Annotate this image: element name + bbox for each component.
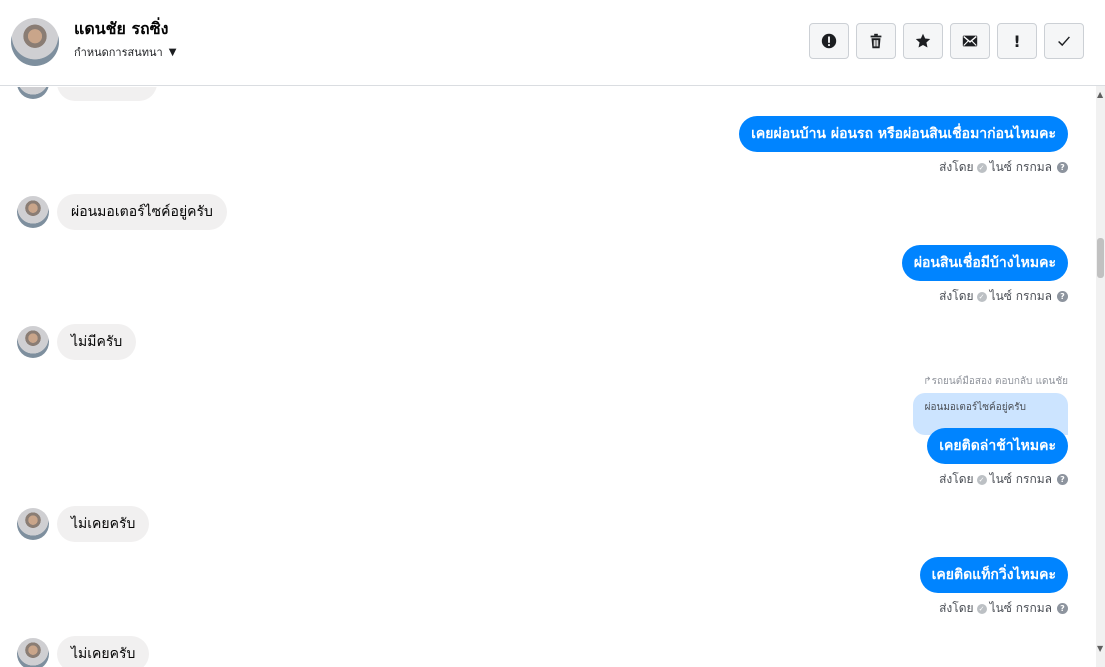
sender-name: ไนซ์ กรกมล <box>989 289 1052 303</box>
sent-by-label: ส่งโดย <box>939 601 974 615</box>
conversation-schedule-label: กำหนดการสนทนา <box>74 46 163 59</box>
star-button[interactable] <box>903 23 943 59</box>
delete-button[interactable] <box>856 23 896 59</box>
message-bubble: ไม่มีครับ <box>57 324 137 360</box>
avatar[interactable] <box>17 326 49 358</box>
trash-icon <box>870 33 882 49</box>
conversation-header: แดนชัย รถซิ่ง กำหนดการสนทนา ▼ ! <box>0 0 1105 86</box>
mark-done-button[interactable] <box>1044 23 1084 59</box>
avatar[interactable] <box>17 638 49 667</box>
contact-name[interactable]: แดนชัย รถซิ่ง <box>74 17 168 42</box>
check-circle-icon: ✓ <box>976 162 987 173</box>
sender-name: ไนซ์ กรกมล <box>989 472 1052 486</box>
message-incoming: ไม่เคยครับ <box>17 636 150 667</box>
message-bubble: ผ่อนมอเตอร์ไซค์อยู่ครับ <box>57 194 227 230</box>
sender-name: ไนซ์ กรกมล <box>989 601 1052 615</box>
sent-by-label: ส่งโดย <box>939 289 974 303</box>
scroll-thumb[interactable] <box>1097 238 1104 278</box>
envelope-icon <box>962 35 978 47</box>
star-icon <box>915 33 931 48</box>
message-incoming: ไม่มีครับ <box>17 324 137 360</box>
reply-note: ↱รถยนต์มือสอง ตอบกลับ แดนชัย <box>923 376 1068 387</box>
message-incoming: ผ่อนมอเตอร์ไซค์อยู่ครับ <box>17 194 227 230</box>
check-circle-icon: ✓ <box>976 474 987 485</box>
check-circle-icon: ✓ <box>976 291 987 302</box>
exclamation-icon: ! <box>1013 31 1021 51</box>
checkmark-icon <box>1058 36 1070 47</box>
conversation-schedule-dropdown[interactable]: กำหนดการสนทนา ▼ <box>74 43 176 61</box>
sent-by-label: ส่งโดย <box>939 472 974 486</box>
message-bubble: เคยผ่อนบ้าน ผ่อนรถ หรือผ่อนสินเชื่อมาก่อ… <box>739 116 1068 152</box>
check-circle-icon: ✓ <box>976 603 987 614</box>
toolbar: ! <box>809 23 1084 59</box>
scrollbar[interactable]: ▲ ▼ <box>1096 86 1105 667</box>
message-outgoing: เคยผ่อนบ้าน ผ่อนรถ หรือผ่อนสินเชื่อมาก่อ… <box>739 116 1068 177</box>
message-outgoing-reply: ↱รถยนต์มือสอง ตอบกลับ แดนชัย ผ่อนมอเตอร์… <box>912 374 1068 489</box>
sent-by-line: ส่งโดย ✓ ไนซ์ กรกมล ? <box>902 287 1068 306</box>
scroll-down-arrow-icon[interactable]: ▼ <box>1097 644 1103 653</box>
message-bubble: ไม่เคยครับ <box>57 506 150 542</box>
caret-down-icon: ▼ <box>168 46 177 58</box>
message-bubble: ไม่เคยครับ <box>57 636 150 667</box>
message-bubble: เคยติดล่าช้าไหมคะ <box>927 428 1068 464</box>
avatar[interactable] <box>11 18 59 66</box>
quoted-reply: ผ่อนมอเตอร์ไซค์อยู่ครับ เคยติดล่าช้าไหมค… <box>912 393 1068 464</box>
sender-name: ไนซ์ กรกมล <box>989 160 1052 174</box>
message-thread[interactable]: เคยผ่อนบ้าน ผ่อนรถ หรือผ่อนสินเชื่อมาก่อ… <box>0 87 1096 667</box>
sent-by-label: ส่งโดย <box>939 160 974 174</box>
message-incoming <box>17 87 157 101</box>
message-bubble: ผ่อนสินเชื่อมีบ้างไหมคะ <box>901 245 1068 281</box>
message-incoming: ไม่เคยครับ <box>17 506 150 542</box>
help-icon[interactable]: ? <box>1057 474 1068 485</box>
avatar <box>17 87 49 99</box>
follow-up-button[interactable]: ! <box>997 23 1037 59</box>
message-outgoing: เคยติดแท็กวิ่งไหมคะ ส่งโดย ✓ ไนซ์ กรกมล … <box>919 557 1068 618</box>
message-outgoing: ผ่อนสินเชื่อมีบ้างไหมคะ ส่งโดย ✓ ไนซ์ กร… <box>901 245 1068 306</box>
help-icon[interactable]: ? <box>1057 603 1068 614</box>
sent-by-line: ส่งโดย ✓ ไนซ์ กรกมล ? <box>920 599 1068 618</box>
alert-circle-icon <box>821 33 837 49</box>
help-icon[interactable]: ? <box>1057 162 1068 173</box>
sent-by-line: ส่งโดย ✓ ไนซ์ กรกมล ? <box>913 470 1068 489</box>
avatar[interactable] <box>17 508 49 540</box>
message-bubble <box>57 87 157 101</box>
message-bubble: เคยติดแท็กวิ่งไหมคะ <box>919 557 1068 593</box>
avatar[interactable] <box>17 196 49 228</box>
scroll-up-arrow-icon[interactable]: ▲ <box>1097 90 1103 99</box>
reply-arrow-icon: ↱ <box>923 376 932 387</box>
sent-by-line: ส่งโดย ✓ ไนซ์ กรกมล ? <box>739 158 1068 177</box>
help-icon[interactable]: ? <box>1057 291 1068 302</box>
mark-spam-button[interactable] <box>809 23 849 59</box>
mark-unread-button[interactable] <box>950 23 990 59</box>
